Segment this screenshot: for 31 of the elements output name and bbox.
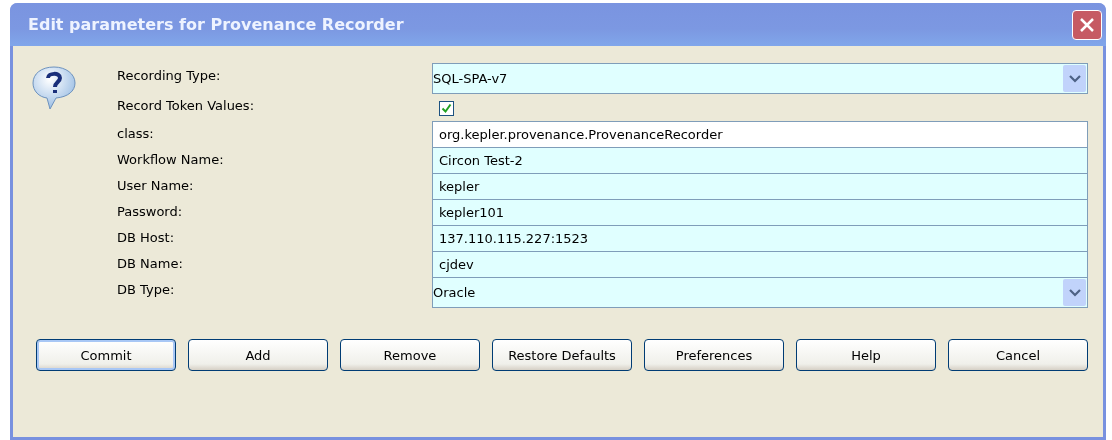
dialog-button[interactable]: Cancel: [948, 339, 1088, 371]
field-label: User Name:: [117, 177, 195, 195]
field-label: DB Name:: [117, 255, 184, 273]
dialog-button[interactable]: Add: [188, 339, 328, 371]
input-field[interactable]: Circon Test-2: [432, 147, 1088, 174]
checkbox[interactable]: [439, 100, 454, 116]
input-field[interactable]: org.kepler.provenance.ProvenanceRecorder: [432, 121, 1088, 148]
field-label: DB Host:: [117, 229, 176, 247]
dialog-button[interactable]: Preferences: [644, 339, 784, 371]
question-bubble-icon: [30, 64, 78, 112]
dropdown[interactable]: Oracle: [432, 277, 1088, 308]
chevron-down-icon: [1063, 65, 1086, 92]
input-field[interactable]: kepler101: [432, 199, 1088, 226]
chevron-down-icon: [1063, 279, 1086, 306]
field-label: Password:: [117, 203, 184, 221]
field-label: Record Token Values:: [117, 97, 256, 115]
dialog-button[interactable]: Restore Defaults: [492, 339, 632, 371]
close-button[interactable]: [1072, 9, 1102, 40]
input-field[interactable]: 137.110.115.227:1523: [432, 225, 1088, 252]
close-icon: [1078, 15, 1096, 34]
field-label: Workflow Name:: [117, 151, 225, 169]
dialog-button[interactable]: Help: [796, 339, 936, 371]
field-label: Recording Type:: [117, 67, 222, 85]
input-field[interactable]: kepler: [432, 173, 1088, 200]
dialog-button[interactable]: Remove: [340, 339, 480, 371]
field-label: DB Type:: [117, 281, 176, 299]
input-field[interactable]: cjdev: [432, 251, 1088, 278]
window-title: Edit parameters for Provenance Recorder: [28, 15, 404, 34]
dialog-button[interactable]: Commit: [36, 339, 176, 371]
field-label: class:: [117, 125, 155, 143]
dropdown[interactable]: SQL-SPA-v7: [432, 63, 1088, 94]
